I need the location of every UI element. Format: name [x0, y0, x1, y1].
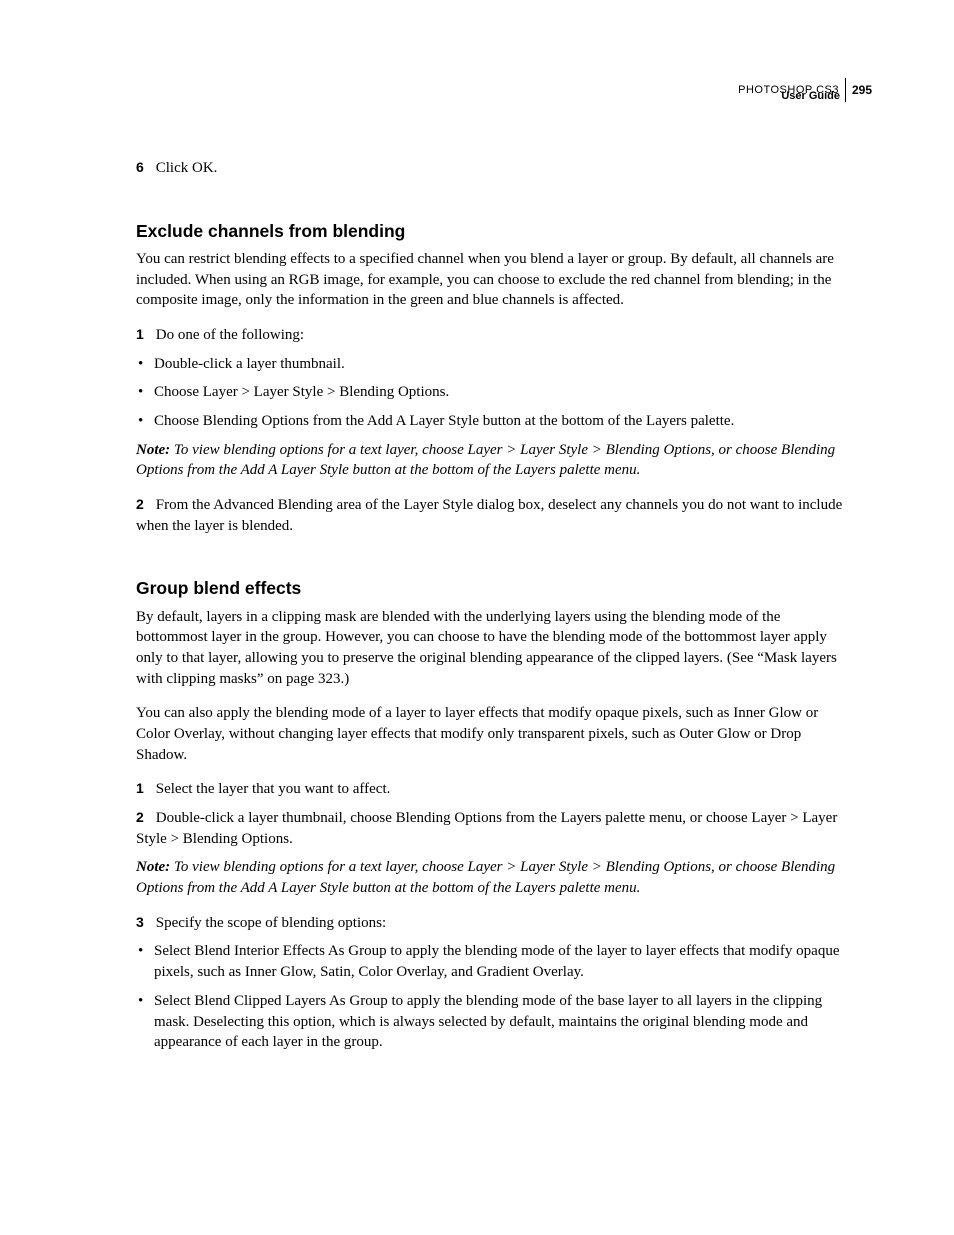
step-text: Specify the scope of blending options: [156, 915, 386, 931]
paragraph: You can also apply the blending mode of … [136, 703, 846, 765]
step-text: Double-click a layer thumbnail, choose B… [136, 810, 837, 847]
note-paragraph: Note: To view blending options for a tex… [136, 857, 846, 898]
bullet-item: Choose Layer > Layer Style > Blending Op… [136, 382, 846, 403]
header-divider [845, 78, 846, 102]
note-text: To view blending options for a text laye… [136, 859, 835, 896]
page-header: PHOTOSHOP CS3 295 User Guide [738, 78, 872, 102]
step-number: 2 [136, 495, 152, 514]
step-number: 3 [136, 913, 152, 932]
note-text: To view blending options for a text laye… [136, 442, 835, 479]
step-text: Click OK. [156, 160, 218, 176]
bullet-item: Select Blend Interior Effects As Group t… [136, 941, 846, 982]
step-text: Do one of the following: [156, 327, 304, 343]
bullet-item: Double-click a layer thumbnail. [136, 354, 846, 375]
bullet-item: Select Blend Clipped Layers As Group to … [136, 991, 846, 1053]
intro-paragraph: You can restrict blending effects to a s… [136, 249, 846, 311]
step-text: Select the layer that you want to affect… [156, 781, 391, 797]
note-label: Note: [136, 859, 170, 875]
step-number: 6 [136, 158, 152, 177]
bullet-item: Choose Blending Options from the Add A L… [136, 411, 846, 432]
heading-exclude-channels: Exclude channels from blending [136, 219, 846, 243]
step-6: 6 Click OK. [136, 158, 846, 179]
page-content: 6 Click OK. Exclude channels from blendi… [136, 158, 846, 1053]
heading-group-blend: Group blend effects [136, 576, 846, 600]
note-paragraph: Note: To view blending options for a tex… [136, 440, 846, 481]
step-b3: 3 Specify the scope of blending options: [136, 913, 846, 934]
page-number: 295 [852, 83, 872, 97]
step-a2: 2 From the Advanced Blending area of the… [136, 495, 846, 536]
step-b2: 2 Double-click a layer thumbnail, choose… [136, 808, 846, 849]
step-number: 1 [136, 325, 152, 344]
paragraph: By default, layers in a clipping mask ar… [136, 607, 846, 690]
step-number: 1 [136, 779, 152, 798]
note-label: Note: [136, 442, 170, 458]
step-text: From the Advanced Blending area of the L… [136, 497, 842, 534]
step-b1: 1 Select the layer that you want to affe… [136, 779, 846, 800]
step-number: 2 [136, 808, 152, 827]
step-a1: 1 Do one of the following: [136, 325, 846, 346]
